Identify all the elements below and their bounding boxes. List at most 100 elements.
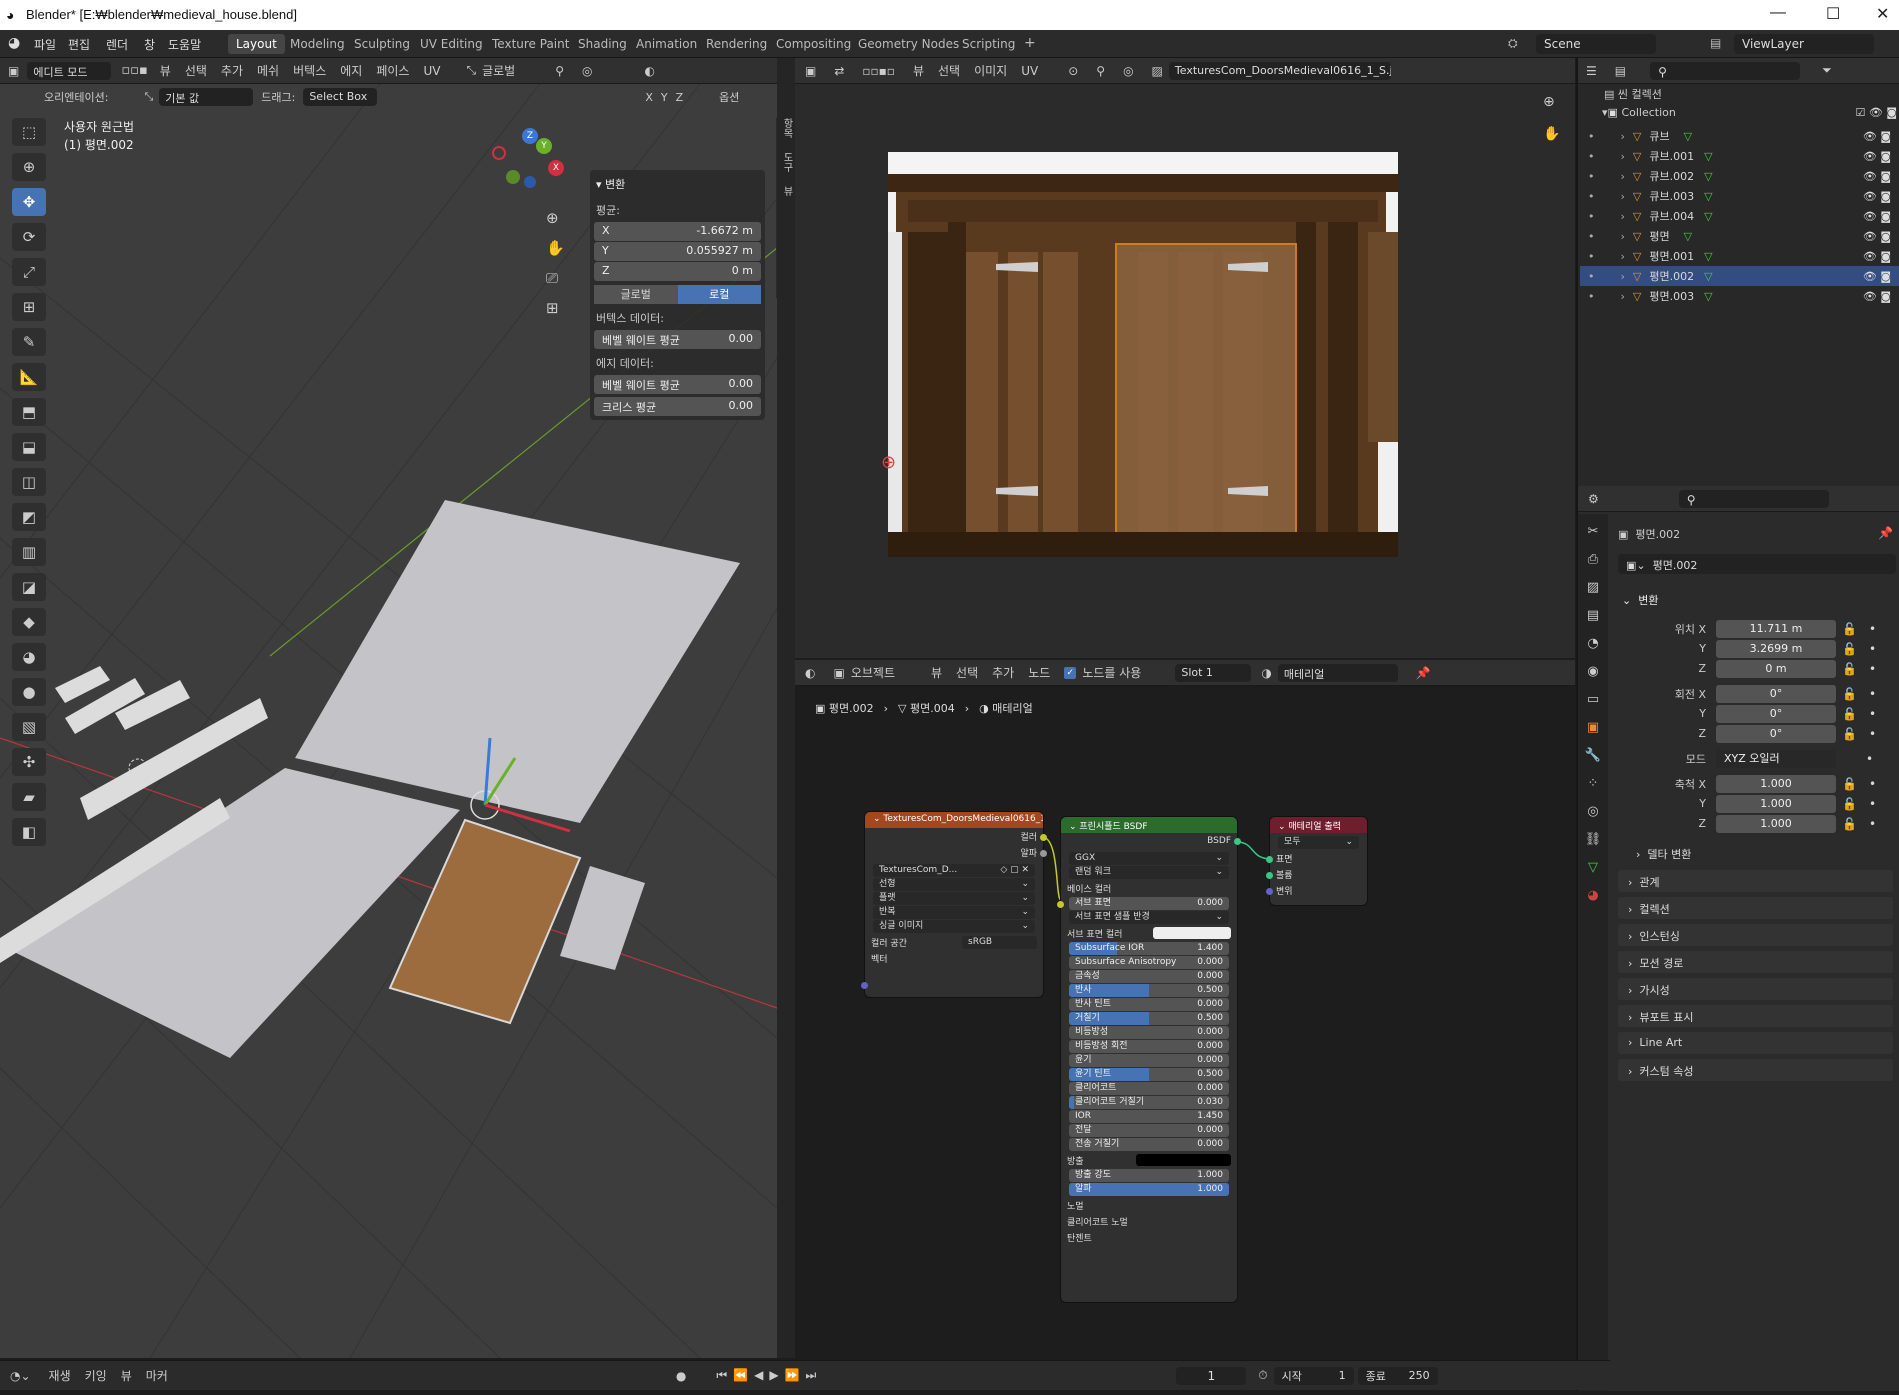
- median-z-field[interactable]: Z 0 m: [594, 262, 761, 281]
- visibility-icons[interactable]: 👁 ◙: [1863, 150, 1891, 163]
- menu-edit[interactable]: 편집: [68, 36, 90, 53]
- poly-build-tool-icon[interactable]: ◆: [12, 608, 46, 636]
- image-menu-uv[interactable]: UV: [1021, 64, 1038, 78]
- scene-selector[interactable]: Scene: [1536, 34, 1656, 54]
- collection-visibility-icons[interactable]: ☑ 👁 ◙: [1856, 106, 1898, 119]
- select-dot-icon[interactable]: •: [1588, 270, 1595, 283]
- image-menu-select[interactable]: 선택: [938, 62, 960, 79]
- modifier-tab-icon[interactable]: 🔧: [1578, 742, 1608, 770]
- transform-orientation-dropdown[interactable]: 글로벌: [482, 62, 515, 79]
- outliner-item[interactable]: • › ▽ 평면.002 ▽ 👁 ◙: [1580, 266, 1899, 286]
- viewport-menu-select[interactable]: 선택: [185, 62, 207, 79]
- expand-arrow-icon[interactable]: ›: [1621, 290, 1625, 303]
- uv-proportional-icon[interactable]: ◎: [1123, 64, 1133, 78]
- alpha-field[interactable]: 알파 1.000: [1069, 1183, 1229, 1196]
- select-dot-icon[interactable]: •: [1588, 130, 1595, 143]
- keyframe-dot-icon[interactable]: •: [1869, 687, 1876, 701]
- image-node-header[interactable]: ⌄ TexturesCom_DoorsMedieval0616_1_...: [865, 812, 1043, 828]
- rotation-x-field[interactable]: 0°: [1716, 684, 1836, 703]
- visibility-icons[interactable]: 👁 ◙: [1863, 130, 1891, 143]
- world-tab-icon[interactable]: ◉: [1578, 658, 1608, 686]
- bsdf-input-field[interactable]: 서브 표면 0.000: [1069, 897, 1229, 910]
- current-frame-field[interactable]: 1: [1176, 1366, 1247, 1385]
- location-y-field[interactable]: 3.2699 m: [1716, 639, 1836, 658]
- outliner-item[interactable]: • › ▽ 큐브.003 ▽ 👁 ◙: [1580, 186, 1899, 206]
- keyframe-dot-icon[interactable]: •: [1866, 752, 1873, 766]
- expand-arrow-icon[interactable]: ›: [1621, 150, 1625, 163]
- visibility-icons[interactable]: 👁 ◙: [1863, 250, 1891, 263]
- location-z-field[interactable]: 0 m: [1716, 659, 1836, 678]
- camera-view-icon[interactable]: ⎚: [546, 263, 565, 293]
- start-frame-field[interactable]: 시작 1: [1273, 1366, 1354, 1385]
- gizmo-neg-y[interactable]: [506, 170, 520, 184]
- mesh-data-icon[interactable]: ▽: [1684, 230, 1692, 243]
- overlay-icon[interactable]: ◐: [644, 64, 654, 78]
- source-dropdown[interactable]: 싱글 이미지 ⌄: [873, 920, 1035, 933]
- bevel-tool-icon[interactable]: ◩: [12, 503, 46, 531]
- select-dot-icon[interactable]: •: [1588, 170, 1595, 183]
- menu-file[interactable]: 파일: [34, 36, 56, 53]
- bsdf-input-field[interactable]: 클리어코트 거칠기 0.030: [1069, 1096, 1229, 1109]
- bsdf-input-field[interactable]: 반사 틴트 0.000: [1069, 998, 1229, 1011]
- base-color-socket[interactable]: [1057, 901, 1064, 908]
- ortho-grid-icon[interactable]: ⊞: [546, 293, 565, 323]
- gizmo-y-label[interactable]: Y: [536, 138, 552, 154]
- lock-icon[interactable]: 🔓: [1842, 777, 1857, 791]
- edge-bevel-field[interactable]: 베벨 웨이트 평균 0.00: [594, 375, 761, 394]
- viewport-menu-add[interactable]: 추가: [221, 62, 243, 79]
- data-tab-icon[interactable]: ▽: [1578, 854, 1608, 882]
- outliner-type-icon[interactable]: ☰: [1586, 64, 1597, 78]
- viewport-menu-mesh[interactable]: 메쉬: [257, 62, 279, 79]
- workspace-tab-geometry-nodes[interactable]: Geometry Nodes: [850, 34, 967, 54]
- workspace-tab-modeling[interactable]: Modeling: [282, 34, 353, 54]
- bsdf-input-field[interactable]: 윤기 틴트 0.500: [1069, 1068, 1229, 1081]
- workspace-tab-scripting[interactable]: Scripting: [954, 34, 1023, 54]
- bsdf-input-field[interactable]: 거칠기 0.500: [1069, 1012, 1229, 1025]
- color-output-socket[interactable]: [1040, 834, 1047, 841]
- render-tab-icon[interactable]: ⎙: [1578, 546, 1608, 574]
- annotate-tool-icon[interactable]: ✎: [12, 328, 46, 356]
- inset-tool-icon[interactable]: ◫: [12, 468, 46, 496]
- mesh-data-icon[interactable]: ▽: [1704, 290, 1712, 303]
- section-collections[interactable]: › 컬렉션: [1618, 897, 1893, 919]
- scale-x-field[interactable]: 1.000: [1716, 774, 1836, 793]
- physics-tab-icon[interactable]: ◎: [1578, 798, 1608, 826]
- object-datablock-field[interactable]: ▣⌄ 평면.002: [1618, 554, 1896, 574]
- constraints-tab-icon[interactable]: ⛓: [1578, 826, 1608, 854]
- bsdf-input-field[interactable]: 윤기 0.000: [1069, 1054, 1229, 1067]
- viewport-menu-face[interactable]: 페이스: [376, 62, 409, 79]
- bsdf-input-field[interactable]: Subsurface Anisotropy 0.000: [1069, 956, 1229, 969]
- bsdf-input-field[interactable]: IOR 1.450: [1069, 1110, 1229, 1123]
- section-instancing[interactable]: › 인스턴싱: [1618, 924, 1893, 946]
- edge-slide-tool-icon[interactable]: ▧: [12, 713, 46, 741]
- gizmo-neg-x[interactable]: [492, 146, 506, 160]
- playback-menu[interactable]: 재생: [49, 1367, 71, 1384]
- sidebar-tab-item[interactable]: 항목: [779, 118, 794, 138]
- view-layer-tab-icon[interactable]: ▤: [1578, 602, 1608, 630]
- drag-dropdown[interactable]: Select Box: [303, 88, 378, 106]
- visibility-icons[interactable]: 👁 ◙: [1863, 270, 1891, 283]
- gizmo-x-label[interactable]: X: [548, 160, 564, 176]
- displacement-socket[interactable]: [1266, 888, 1273, 895]
- playback-controls-icon[interactable]: ⏮⏪◀▶⏩⏭: [716, 1368, 822, 1383]
- crease-field[interactable]: 크리스 평균 0.00: [594, 397, 761, 416]
- mirror-axis-z[interactable]: Z: [676, 91, 684, 104]
- keyframe-dot-icon[interactable]: •: [1869, 662, 1876, 676]
- loop-cut-tool-icon[interactable]: ▥: [12, 538, 46, 566]
- knife-tool-icon[interactable]: ◪: [12, 573, 46, 601]
- location-x-field[interactable]: 11.711 m: [1716, 619, 1836, 638]
- menu-render[interactable]: 렌더: [106, 36, 128, 53]
- pan-hand-icon[interactable]: ✋: [546, 233, 565, 263]
- mesh-data-icon[interactable]: ▽: [1684, 130, 1692, 143]
- transform-section-header[interactable]: ⌄ 변환: [1622, 592, 1658, 608]
- marker-menu[interactable]: 마커: [146, 1367, 168, 1384]
- extension-dropdown[interactable]: 반복 ⌄: [873, 906, 1035, 919]
- spin-tool-icon[interactable]: ◕: [12, 643, 46, 671]
- keyframe-dot-icon[interactable]: •: [1869, 817, 1876, 831]
- tool-tab-icon[interactable]: ✂: [1578, 518, 1608, 546]
- 3d-viewport[interactable]: ▣ 에디트 모드 ▫▫▪ 뷰 선택 추가 메쉬 버텍스 에지 페이스 UV ⤡ …: [0, 58, 777, 1358]
- filter-icon[interactable]: ⏷: [1822, 63, 1832, 78]
- outliner-item[interactable]: • › ▽ 평면.003 ▽ 👁 ◙: [1580, 286, 1899, 306]
- bsdf-input-field[interactable]: 금속성 0.000: [1069, 970, 1229, 983]
- outliner-item[interactable]: • › ▽ 큐브.004 ▽ 👁 ◙: [1580, 206, 1899, 226]
